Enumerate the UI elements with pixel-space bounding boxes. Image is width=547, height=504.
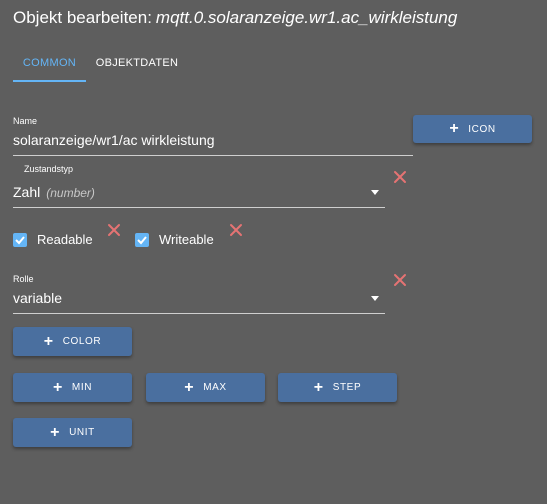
unit-button-label: UNIT — [69, 427, 95, 438]
readable-label: Readable — [37, 232, 93, 247]
state-type-select[interactable]: Zahl (number) — [13, 182, 385, 208]
name-value: solaranzeige/wr1/ac wirkleistung — [13, 132, 215, 148]
title-prefix: Objekt bearbeiten: — [13, 8, 152, 27]
name-input[interactable]: solaranzeige/wr1/ac wirkleistung — [13, 130, 413, 156]
add-step-button[interactable]: + STEP — [278, 373, 397, 402]
delete-role-icon[interactable] — [393, 273, 407, 287]
chevron-down-icon — [371, 190, 379, 195]
plus-icon: + — [52, 378, 63, 396]
state-type-hint: (number) — [46, 186, 95, 200]
plus-icon: + — [313, 378, 324, 396]
max-button-label: MAX — [203, 382, 227, 393]
tab-objektdaten[interactable]: OBJEKTDATEN — [93, 50, 181, 82]
state-type-value: Zahl — [13, 184, 41, 200]
add-max-button[interactable]: + MAX — [146, 373, 265, 402]
step-button-label: STEP — [332, 382, 362, 393]
dialog-title: Objekt bearbeiten: mqtt.0.solaranzeige.wr… — [13, 8, 457, 28]
add-color-button[interactable]: + COLOR — [13, 327, 132, 356]
color-button-label: COLOR — [62, 336, 102, 347]
plus-icon: + — [449, 120, 460, 137]
name-label: Name — [13, 116, 38, 126]
object-id: mqtt.0.solaranzeige.wr1.ac_wirkleistung — [155, 8, 458, 27]
plus-icon: + — [184, 378, 195, 396]
writeable-checkbox[interactable] — [135, 232, 149, 247]
delete-state-type-icon[interactable] — [393, 170, 407, 184]
plus-icon: + — [50, 423, 61, 441]
readable-checkbox[interactable] — [13, 232, 27, 247]
writeable-row: Writeable — [135, 232, 214, 247]
state-type-label: Zustandstyp — [24, 164, 74, 174]
add-unit-button[interactable]: + UNIT — [13, 418, 132, 447]
icon-button-label: ICON — [468, 123, 496, 135]
add-icon-button[interactable]: + ICON — [413, 115, 532, 143]
chevron-down-icon — [371, 296, 379, 301]
readable-row: Readable — [13, 232, 93, 247]
role-select[interactable]: variable — [13, 288, 385, 314]
tab-common[interactable]: COMMON — [13, 50, 86, 82]
writeable-label: Writeable — [159, 232, 214, 247]
delete-writeable-icon[interactable] — [229, 223, 243, 237]
min-button-label: MIN — [71, 382, 93, 393]
plus-icon: + — [43, 332, 54, 350]
role-label: Rolle — [13, 274, 34, 284]
add-min-button[interactable]: + MIN — [13, 373, 132, 402]
role-value: variable — [13, 290, 63, 306]
delete-readable-icon[interactable] — [107, 223, 121, 237]
